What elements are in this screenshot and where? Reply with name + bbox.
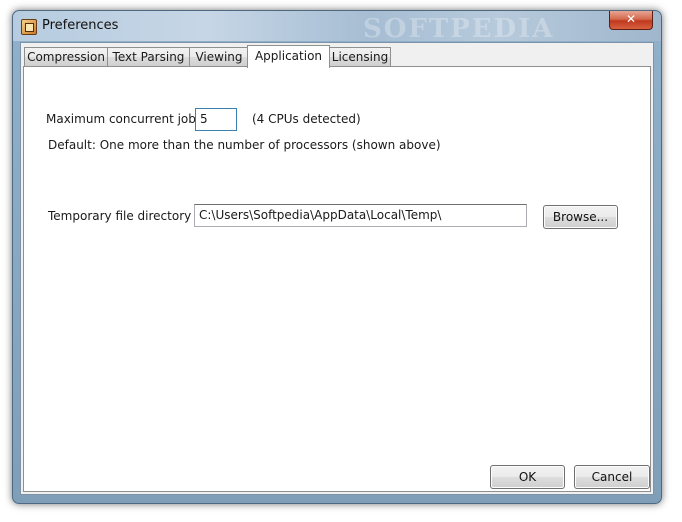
tab-label: Viewing [195,50,243,64]
temp-dir-label: Temporary file directory [48,209,192,223]
tab-application[interactable]: Application [247,45,330,68]
ok-button[interactable]: OK [490,465,565,489]
close-button[interactable]: ✕ [609,11,653,30]
tab-label: Text Parsing [112,50,185,64]
tab-viewing[interactable]: Viewing [189,47,249,66]
max-jobs-label: Maximum concurrent jobs [46,112,203,126]
temp-dir-input[interactable]: C:\Users\Softpedia\AppData\Local\Temp\ [194,204,527,227]
dialog-body: Compression Text Parsing Viewing Applica… [20,42,654,495]
app-icon [21,19,37,35]
tab-label: Application [254,49,323,63]
cancel-button[interactable]: Cancel [574,465,650,489]
default-note: Default: One more than the number of pro… [48,138,441,152]
window-title: Preferences [42,18,119,33]
tab-label: Licensing [331,50,389,64]
title-bar[interactable]: Preferences SOFTPEDIA ✕ [13,11,661,44]
softpedia-watermark: SOFTPEDIA [363,14,555,44]
max-jobs-input[interactable]: 5 [195,108,237,131]
tab-licensing[interactable]: Licensing [329,47,391,66]
tab-compression[interactable]: Compression [24,47,108,66]
application-tab-page: Maximum concurrent jobs 5 (4 CPUs detect… [23,66,651,492]
tab-text-parsing[interactable]: Text Parsing [107,47,190,66]
browse-button[interactable]: Browse... [543,205,618,229]
cpus-detected-text: (4 CPUs detected) [252,112,361,126]
close-icon: ✕ [625,12,637,26]
tab-label: Compression [27,50,105,64]
preferences-window: Preferences SOFTPEDIA ✕ Compression Text… [12,10,662,504]
